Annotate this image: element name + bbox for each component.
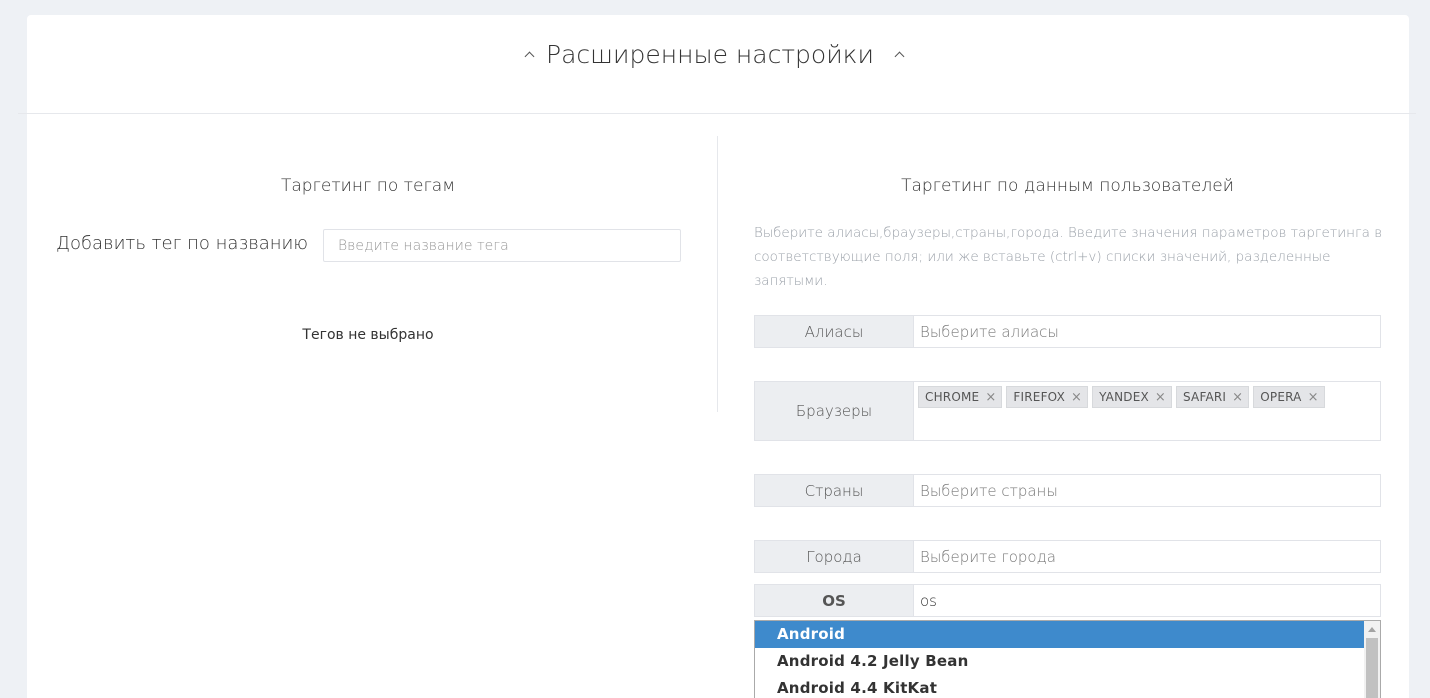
cities-field: Города: [754, 540, 1381, 573]
add-tag-label: Добавить тег по названию: [56, 233, 309, 254]
os-option[interactable]: Android 4.4 KitKat: [755, 675, 1364, 698]
scrollbar-thumb[interactable]: [1366, 638, 1378, 698]
browser-chip-label: OPERA: [1260, 390, 1302, 404]
close-icon[interactable]: ×: [1232, 390, 1243, 405]
countries-input[interactable]: [914, 475, 1380, 506]
os-option[interactable]: Android: [755, 621, 1364, 648]
scroll-up-arrow-icon[interactable]: [1368, 627, 1376, 632]
browser-chip-label: CHROME: [925, 390, 980, 404]
page-title: Расширенные настройки: [546, 40, 874, 69]
chevron-up-icon: [523, 48, 537, 62]
browser-chip: OPERA ×: [1253, 386, 1325, 408]
browser-chip-label: FIREFOX: [1013, 390, 1065, 404]
browser-chip-label: YANDEX: [1099, 390, 1149, 404]
browser-chip: YANDEX ×: [1092, 386, 1172, 408]
cities-label: Города: [755, 541, 914, 572]
os-field: OS: [754, 584, 1381, 617]
cities-input[interactable]: [914, 541, 1380, 572]
tag-search-input[interactable]: [323, 229, 681, 262]
close-icon[interactable]: ×: [1155, 390, 1166, 405]
tags-targeting-heading: Таргетинг по тегам: [280, 176, 456, 196]
aliases-label: Алиасы: [755, 316, 914, 347]
dropdown-scrollbar[interactable]: [1364, 621, 1380, 698]
user-targeting-heading: Таргетинг по данным пользователей: [901, 176, 1234, 196]
browser-chip-label: SAFARI: [1183, 390, 1227, 404]
browser-chip: FIREFOX ×: [1006, 386, 1089, 408]
close-icon[interactable]: ×: [1071, 390, 1082, 405]
countries-field: Страны: [754, 474, 1381, 507]
close-icon[interactable]: ×: [1308, 390, 1319, 405]
no-tags-message: Тегов не выбрано: [302, 327, 434, 343]
column-divider: [717, 136, 718, 412]
advanced-settings-toggle[interactable]: Расширенные настройки: [0, 40, 1430, 69]
aliases-input[interactable]: [914, 316, 1380, 347]
close-icon[interactable]: ×: [985, 390, 996, 405]
os-input[interactable]: [914, 585, 1380, 616]
browsers-chips[interactable]: CHROME × FIREFOX × YANDEX × SAFARI × OPE…: [914, 382, 1380, 440]
chevron-up-icon: [893, 48, 907, 62]
browsers-field: Браузеры CHROME × FIREFOX × YANDEX × SAF…: [754, 381, 1381, 441]
aliases-field: Алиасы: [754, 315, 1381, 348]
os-dropdown: Android Android 4.2 Jelly Bean Android 4…: [754, 620, 1381, 698]
browser-chip: CHROME ×: [918, 386, 1003, 408]
header-divider: [18, 113, 1416, 114]
countries-label: Страны: [755, 475, 914, 506]
user-targeting-hint: Выберите алиасы,браузеры,страны,города. …: [754, 225, 1383, 289]
browser-chip: SAFARI ×: [1176, 386, 1250, 408]
browsers-label: Браузеры: [755, 382, 914, 440]
os-option[interactable]: Android 4.2 Jelly Bean: [755, 648, 1364, 675]
os-label: OS: [755, 585, 914, 616]
